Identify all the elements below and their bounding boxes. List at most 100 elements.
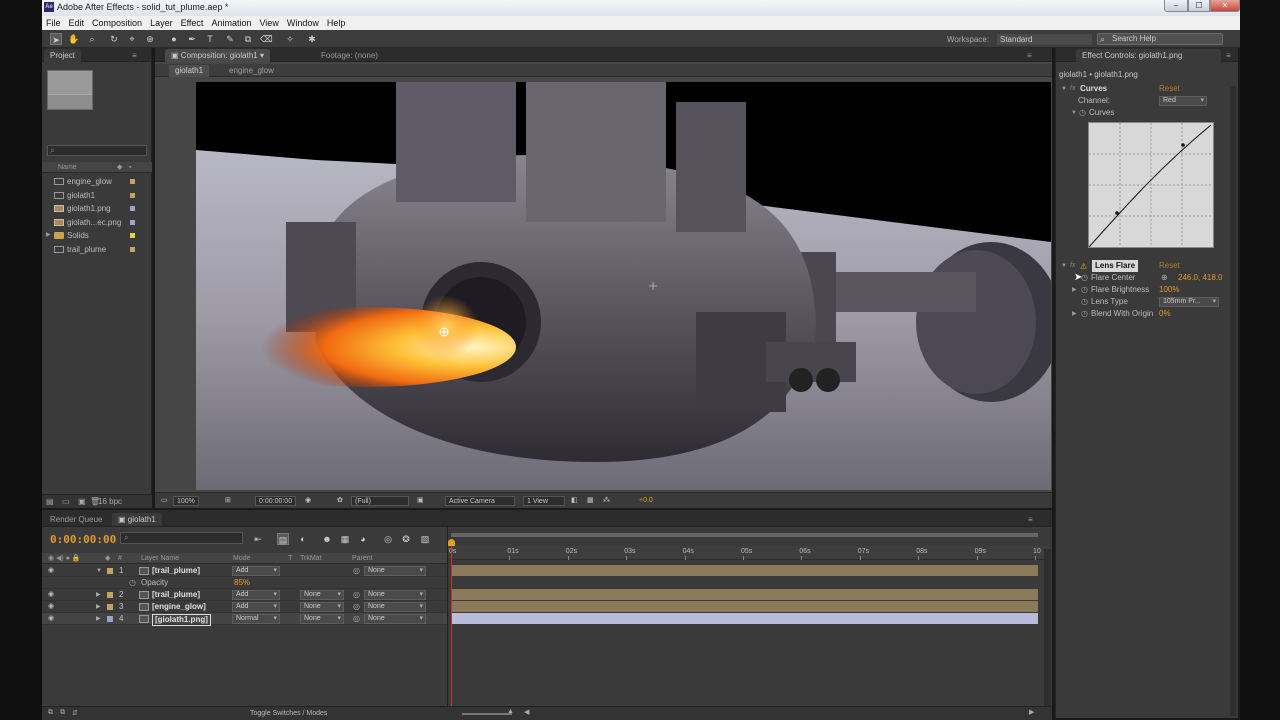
tab-footage[interactable]: Footage: (none) [315,49,384,62]
rotate-tool-icon[interactable]: ↻ [108,33,120,45]
shape-tool-icon[interactable]: ● [168,33,180,45]
eraser-tool-icon[interactable]: ⌫ [260,33,273,45]
always-preview-icon[interactable]: ▭ [161,496,168,506]
panel-menu-icon[interactable]: ≡ [1022,513,1039,526]
label-color-swatch[interactable] [130,206,135,211]
blend-mode-dropdown[interactable]: Add [232,602,280,612]
tab-timeline-giolath1[interactable]: ▣ giolath1 [112,513,162,526]
roto-brush-tool-icon[interactable]: ✧ [284,33,296,45]
label-color-swatch[interactable] [130,233,135,238]
toggle-pixel-aspect-icon[interactable]: ◧ [571,496,578,506]
layer-row[interactable]: ◉ ▶ 3 [engine_glow] Add None ◎ None [42,601,447,613]
flowchart-icon[interactable]: ⁂ [603,496,610,506]
minimize-button[interactable]: – [1164,0,1188,12]
time-ruler[interactable]: 0s 01s 02s 03s 04s 05s 06s 07s 08s 09s 10 [448,546,1048,560]
pen-tool-icon[interactable]: ✒ [186,33,198,45]
curves-reset-link[interactable]: Reset [1159,83,1180,95]
layer-name[interactable]: [engine_glow] [152,601,206,613]
stopwatch-icon[interactable]: ◷ [1081,308,1088,320]
label-color-swatch[interactable] [130,192,135,198]
track-matte-dropdown[interactable]: None [300,614,344,624]
new-comp-icon[interactable]: ▣ [78,495,86,509]
layer-duration-bar[interactable] [451,601,1038,612]
motion-blur-icon[interactable]: ◕ [357,533,369,545]
type-column-icon[interactable]: ▪ [129,162,131,173]
render-icon[interactable]: ▧ [419,533,431,545]
project-item[interactable]: giolath...ec.png [42,216,152,229]
tab-render-queue[interactable]: Render Queue [44,513,108,526]
menu-animation[interactable]: Animation [207,18,255,28]
hand-tool-icon[interactable]: ✋ [68,33,80,45]
menu-composition[interactable]: Composition [88,18,146,28]
safe-zones-icon[interactable]: ⊞ [225,496,231,506]
effect-lens-flare[interactable]: ▼ fx ⚠ Lens Flare Reset [1056,260,1239,272]
lens-type-dropdown[interactable]: 105mm Pr... [1159,297,1219,307]
brush-tool-icon[interactable]: ✎ [224,33,236,45]
toggle-transfer-controls-icon[interactable]: ⧉ [60,709,65,717]
workspace-dropdown[interactable]: Standard [997,34,1092,45]
layer-row[interactable]: ◉ ▶ 2 [trail_plume] Add None ◎ None [42,589,447,601]
new-folder-icon[interactable]: ▭ [62,495,70,509]
expand-triangle-icon[interactable]: ▶ [46,229,51,242]
camera-dropdown[interactable]: Active Camera [445,496,515,506]
curves-graph[interactable] [1088,122,1214,248]
parent-dropdown[interactable]: None [364,602,426,612]
panel-menu-icon[interactable]: ≡ [1021,49,1038,62]
pan-behind-tool-icon[interactable]: ⊕ [144,33,156,45]
region-of-interest-icon[interactable]: ▣ [417,496,424,506]
opacity-value[interactable]: 85% [234,577,250,589]
pick-whip-icon[interactable]: ◎ [353,589,360,601]
view-layout-dropdown[interactable]: 1 View [523,496,565,506]
puppet-pin-tool-icon[interactable]: ✱ [306,33,318,45]
stopwatch-icon[interactable]: ◷ [1079,107,1086,119]
expand-triangle-icon[interactable]: ▶ [1072,284,1077,296]
subtab-engine-glow[interactable]: engine_glow [223,65,280,77]
current-time-indicator-head[interactable] [448,539,455,546]
effect-curves[interactable]: ▼ fx Curves Reset [1056,83,1239,95]
type-tool-icon[interactable]: T [204,33,216,45]
blend-origin-value[interactable]: 0% [1159,308,1171,320]
menu-help[interactable]: Help [323,18,350,28]
bpc-label[interactable]: 16 bpc [98,495,122,509]
eye-icon[interactable]: ◉ [48,589,54,601]
scroll-left-icon[interactable]: ◀ [524,708,529,716]
label-color-swatch[interactable] [107,568,113,574]
column-trkmat[interactable]: TrkMat [300,553,322,564]
chevron-down-icon[interactable]: ▾ [260,51,264,60]
panel-menu-icon[interactable]: ≡ [1220,49,1237,62]
menu-effect[interactable]: Effect [177,18,208,28]
zoom-in-icon[interactable]: ▲ [507,708,514,715]
timeline-search-input[interactable]: ⌕ [120,532,243,544]
stopwatch-icon[interactable]: ◷ [1081,284,1088,296]
fast-previews-icon[interactable]: ▦ [587,496,594,506]
menu-edit[interactable]: Edit [65,18,89,28]
track-matte-dropdown[interactable]: None [300,602,344,612]
pick-whip-icon[interactable]: ◎ [353,601,360,613]
stopwatch-icon[interactable]: ◷ [1081,272,1088,284]
parent-dropdown[interactable]: None [364,590,426,600]
color-channels-icon[interactable]: ✿ [337,496,343,506]
close-button[interactable]: ✕ [1210,0,1240,12]
channel-dropdown[interactable]: Red [1159,96,1207,106]
blend-mode-dropdown[interactable]: Add [232,566,280,576]
selection-tool-icon[interactable]: ➤ [50,33,62,45]
shy-layers-icon[interactable]: ☻ [321,533,333,545]
toggle-in-out-icon[interactable]: ⇵ [72,709,78,717]
project-item[interactable]: ▶ Solids [42,229,152,242]
scroll-right-icon[interactable]: ▶ [1029,708,1034,716]
tab-project[interactable]: Project [44,49,81,62]
layer-name[interactable]: [trail_plume] [152,565,200,577]
expand-triangle-icon[interactable]: ▼ [1061,83,1067,95]
fx-toggle-icon[interactable]: fx [1070,260,1075,272]
expand-triangle-icon[interactable]: ▶ [1072,308,1077,320]
layer-row[interactable]: ◉ ▼ 1 [trail_plume] Add ◎ None [42,565,447,577]
blend-mode-dropdown[interactable]: Add [232,590,280,600]
expand-triangle-icon[interactable]: ▶ [96,613,101,625]
composition-viewer[interactable] [196,82,1051,490]
eye-icon[interactable]: ◉ [48,601,54,613]
tab-effect-controls[interactable]: Effect Controls: giolath1.png [1076,49,1221,62]
eye-icon[interactable]: ◉ [48,565,54,577]
layer-duration-bar[interactable] [451,565,1038,576]
flare-center-value[interactable]: 246.0, 418.0 [1178,272,1222,284]
track-matte-dropdown[interactable]: None [300,590,344,600]
